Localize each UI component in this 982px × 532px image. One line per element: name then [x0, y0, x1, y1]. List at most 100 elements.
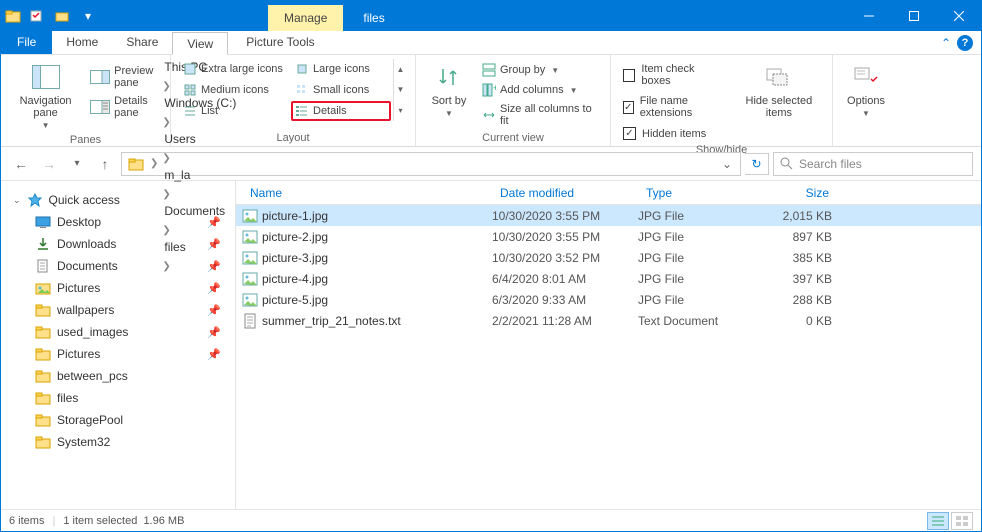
navigation-pane-button[interactable]: Navigation pane ▼ [9, 59, 82, 132]
sort-by-label: Sort by [432, 95, 467, 107]
chevron-right-icon[interactable]: ❯ [160, 153, 172, 164]
tab-file[interactable]: File [1, 31, 52, 54]
preview-pane-button[interactable]: Preview pane [86, 63, 162, 91]
file-date: 6/4/2020 8:01 AM [492, 272, 638, 286]
back-button[interactable]: ← [9, 152, 33, 176]
status-thumbnails-view-button[interactable] [951, 512, 973, 530]
up-button[interactable]: ↑ [93, 152, 117, 176]
sidebar-item-documents[interactable]: Documents📌 [1, 255, 235, 277]
layout-scroll-up[interactable]: ▲ [394, 62, 407, 76]
chevron-down-icon: ⌄ [13, 195, 21, 206]
close-button[interactable] [936, 1, 981, 31]
sidebar-item-pictures[interactable]: Pictures📌 [1, 343, 235, 365]
image-file-icon [242, 250, 258, 266]
maximize-button[interactable] [891, 1, 936, 31]
hide-selected-icon [763, 61, 795, 93]
file-row[interactable]: picture-3.jpg 10/30/2020 3:52 PM JPG Fil… [236, 247, 981, 268]
sidebar-item-between_pcs[interactable]: between_pcs [1, 365, 235, 387]
image-file-icon [242, 208, 258, 224]
sidebar-item-label: wallpapers [57, 303, 114, 317]
recent-locations-button[interactable]: ▾ [65, 152, 89, 176]
panes-group-label: Panes [9, 132, 162, 146]
breadcrumb-folder-icon[interactable] [124, 153, 148, 175]
checkbox-icon: ✓ [623, 101, 634, 114]
add-columns-button[interactable]: +Add columns▼ [478, 81, 602, 99]
navigation-pane-label: Navigation pane [15, 95, 76, 119]
context-tab-manage[interactable]: Manage [268, 5, 343, 31]
status-details-view-button[interactable] [927, 512, 949, 530]
breadcrumb-segment[interactable]: Users [160, 128, 240, 150]
address-dropdown-button[interactable]: ⌄ [716, 157, 738, 171]
search-input[interactable] [799, 157, 966, 171]
hide-selected-label: Hide selected items [740, 95, 818, 119]
pin-icon: 📌 [207, 326, 221, 339]
hidden-items-checkbox[interactable]: ✓Hidden items [619, 125, 726, 142]
file-type: JPG File [638, 251, 758, 265]
column-header-size[interactable]: Size [758, 186, 838, 200]
details-pane-button[interactable]: Details pane [86, 93, 162, 121]
sort-by-button[interactable]: Sort by ▼ [424, 59, 474, 120]
tab-picture-tools[interactable]: Picture Tools [232, 31, 328, 54]
layout-large-icons[interactable]: Large icons [291, 59, 391, 79]
minimize-button[interactable] [846, 1, 891, 31]
checkbox-icon: ✓ [623, 127, 636, 140]
file-type: Text Document [638, 314, 758, 328]
qat-customize-button[interactable]: ▾ [77, 5, 99, 27]
layout-details[interactable]: Details [291, 101, 391, 121]
medium-icons-icon [183, 83, 197, 97]
file-row[interactable]: summer_trip_21_notes.txt 2/2/2021 11:28 … [236, 310, 981, 331]
layout-extra-large-icons[interactable]: Extra large icons [179, 59, 289, 79]
layout-more-button[interactable]: ▾ [394, 104, 407, 118]
refresh-button[interactable]: ↻ [745, 153, 769, 175]
chevron-right-icon[interactable]: ❯ [160, 81, 172, 92]
hide-selected-items-button[interactable]: Hide selected items [734, 59, 824, 121]
file-row[interactable]: picture-2.jpg 10/30/2020 3:55 PM JPG Fil… [236, 226, 981, 247]
forward-button[interactable]: → [37, 152, 61, 176]
file-row[interactable]: picture-5.jpg 6/3/2020 9:33 AM JPG File … [236, 289, 981, 310]
file-size: 0 KB [758, 314, 838, 328]
quick-access-header[interactable]: ⌄ Quick access [1, 189, 235, 211]
sidebar-item-wallpapers[interactable]: wallpapers📌 [1, 299, 235, 321]
sidebar-item-system32[interactable]: System32 [1, 431, 235, 453]
sidebar-item-used_images[interactable]: used_images📌 [1, 321, 235, 343]
folder-icon [35, 390, 51, 406]
tab-home[interactable]: Home [52, 31, 112, 54]
sidebar-item-storagepool[interactable]: StoragePool [1, 409, 235, 431]
qat-properties-button[interactable] [25, 5, 47, 27]
tab-view[interactable]: View [172, 32, 228, 55]
chevron-right-icon[interactable]: ❯ [160, 117, 172, 128]
options-button[interactable]: Options ▼ [841, 59, 891, 120]
sidebar-item-files[interactable]: files [1, 387, 235, 409]
file-row[interactable]: picture-4.jpg 6/4/2020 8:01 AM JPG File … [236, 268, 981, 289]
file-name-extensions-checkbox[interactable]: ✓File name extensions [619, 93, 726, 121]
layout-small-icons[interactable]: Small icons [291, 80, 391, 100]
layout-list[interactable]: List [179, 101, 289, 121]
column-header-date[interactable]: Date modified [492, 186, 638, 200]
item-check-boxes-checkbox[interactable]: Item check boxes [619, 61, 726, 89]
qat-new-folder-button[interactable] [51, 5, 73, 27]
pin-icon: 📌 [207, 348, 221, 361]
address-bar: ← → ▾ ↑ ❯ This PC❯Windows (C:)❯Users❯m_l… [1, 147, 981, 181]
layout-scroll-down[interactable]: ▼ [394, 83, 407, 97]
collapse-ribbon-button[interactable]: ⌃ [941, 36, 951, 50]
group-by-button[interactable]: Group by▼ [478, 61, 602, 79]
downloads-icon [35, 236, 51, 252]
file-row[interactable]: picture-1.jpg 10/30/2020 3:55 PM JPG Fil… [236, 205, 981, 226]
breadcrumb[interactable]: ❯ This PC❯Windows (C:)❯Users❯m_la❯Docume… [121, 152, 741, 176]
checkbox-icon [623, 69, 635, 82]
chevron-right-icon[interactable]: ❯ [148, 158, 160, 169]
column-header-name[interactable]: Name [236, 186, 492, 200]
search-box[interactable] [773, 152, 973, 176]
tab-share[interactable]: Share [112, 31, 172, 54]
help-button[interactable]: ? [957, 35, 973, 51]
sidebar-item-desktop[interactable]: Desktop📌 [1, 211, 235, 233]
sidebar-item-pictures[interactable]: Pictures📌 [1, 277, 235, 299]
pin-icon: 📌 [207, 282, 221, 295]
column-header-type[interactable]: Type [638, 186, 758, 200]
text-file-icon [242, 313, 258, 329]
documents-icon [35, 258, 51, 274]
layout-medium-icons[interactable]: Medium icons [179, 80, 289, 100]
pin-icon: 📌 [207, 216, 221, 229]
sidebar-item-downloads[interactable]: Downloads📌 [1, 233, 235, 255]
size-all-columns-button[interactable]: Size all columns to fit [478, 101, 602, 129]
